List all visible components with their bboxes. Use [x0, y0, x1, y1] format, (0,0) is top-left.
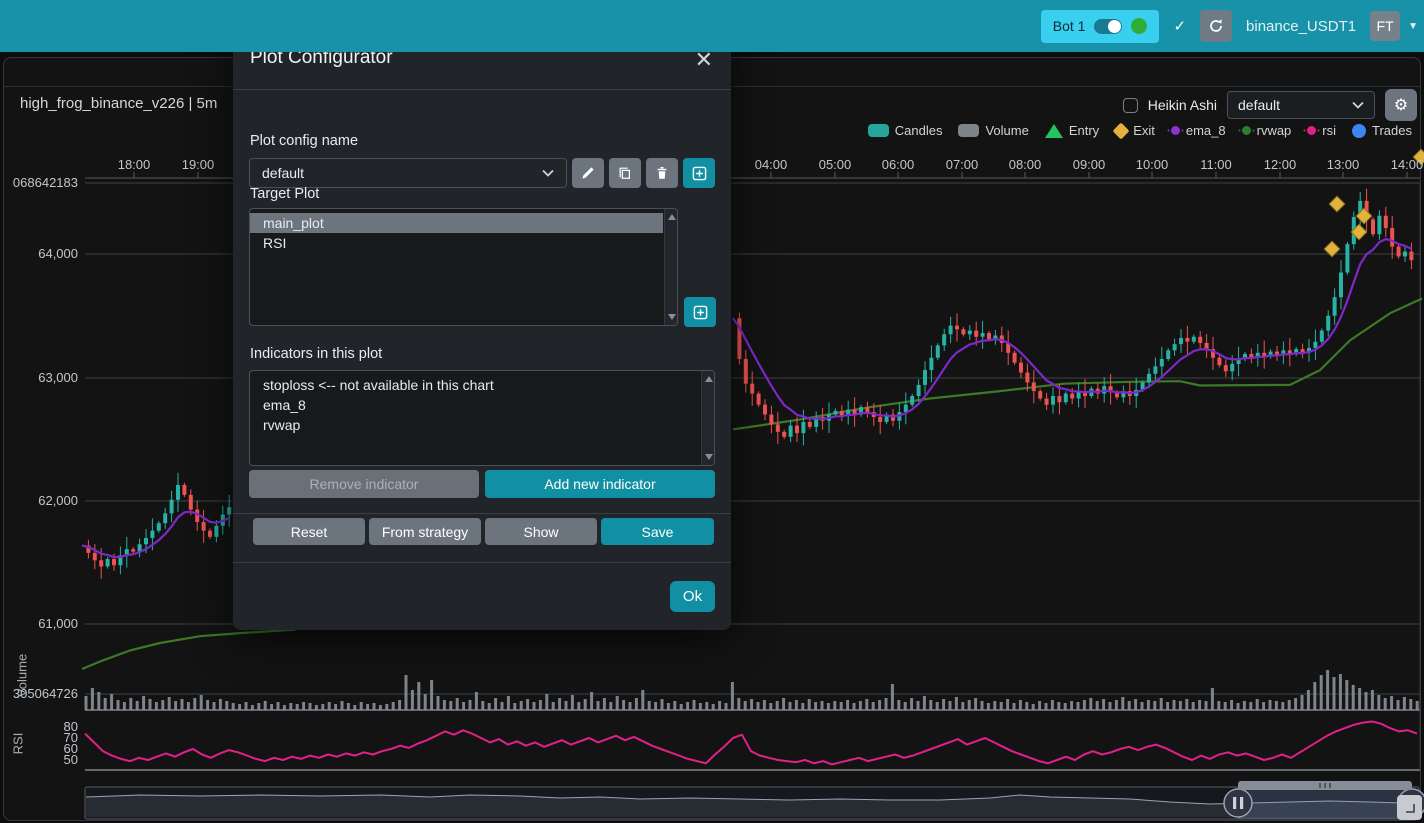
refresh-icon: [1208, 18, 1224, 34]
user-avatar[interactable]: FT: [1370, 11, 1400, 41]
scroll-up-icon[interactable]: [705, 376, 713, 382]
add-plot-button[interactable]: [684, 297, 716, 327]
legend-label: Trades: [1372, 123, 1412, 138]
refresh-button[interactable]: [1200, 10, 1232, 42]
list-item[interactable]: RSI: [250, 233, 663, 253]
add-new-indicator-button[interactable]: Add new indicator: [485, 470, 715, 498]
chart-legend: Candles Volume Entry Exit ema_8 rvwap rsi Trade…: [868, 123, 1412, 138]
legend-item-trades[interactable]: Trades: [1352, 123, 1412, 138]
legend-label: Candles: [895, 123, 943, 138]
plot-configurator-modal: Plot Configurator ✕ Plot config name def…: [233, 30, 731, 630]
chevron-down-icon: [542, 169, 554, 177]
show-button[interactable]: Show: [485, 518, 597, 545]
target-plot-label: Target Plot: [250, 186, 319, 202]
list-item[interactable]: rvwap: [250, 415, 700, 435]
legend-item-rsi[interactable]: rsi: [1307, 123, 1336, 138]
bot-selector[interactable]: Bot 1: [1041, 10, 1160, 43]
entry-swatch-icon: [1045, 124, 1063, 138]
scroll-up-icon[interactable]: [668, 214, 676, 220]
legend-label: rvwap: [1257, 123, 1292, 138]
legend-item-volume[interactable]: Volume: [958, 123, 1028, 138]
add-config-button[interactable]: [683, 158, 715, 188]
legend-label: rsi: [1322, 123, 1336, 138]
scroll-down-icon[interactable]: [668, 314, 676, 320]
target-plot-listbox[interactable]: main_plotRSI: [249, 208, 678, 326]
duplicate-config-button[interactable]: [609, 158, 641, 188]
plus-square-icon: [692, 166, 707, 181]
legend-label: Volume: [985, 123, 1028, 138]
heikin-ashi-label: Heikin Ashi: [1148, 97, 1217, 113]
exit-swatch-icon: [1113, 122, 1130, 139]
legend-label: Entry: [1069, 123, 1099, 138]
list-item[interactable]: stoploss <-- not available in this chart: [250, 375, 700, 395]
listbox-scrollbar[interactable]: [701, 371, 714, 465]
heikin-ashi-checkbox[interactable]: [1123, 98, 1138, 113]
legend-item-candles[interactable]: Candles: [868, 123, 943, 138]
volume-swatch-icon: [958, 124, 979, 137]
checkmark-icon: ✓: [1173, 17, 1186, 35]
scroll-down-icon[interactable]: [705, 454, 713, 460]
chart-toolbar: Heikin Ashi default ⚙: [1123, 89, 1417, 121]
reset-button[interactable]: Reset: [253, 518, 365, 545]
edit-config-button[interactable]: [572, 158, 604, 188]
chart-title: high_frog_binance_v226 | 5m: [20, 95, 217, 112]
indicators-label: Indicators in this plot: [250, 346, 382, 362]
legend-label: Exit: [1133, 123, 1155, 138]
candles-swatch-icon: [868, 124, 889, 137]
legend-item-ema_8[interactable]: ema_8: [1171, 123, 1226, 138]
bot-label: Bot 1: [1053, 18, 1086, 34]
config-name-value: default: [262, 165, 304, 181]
save-button[interactable]: Save: [601, 518, 714, 545]
listbox-scrollbar[interactable]: [664, 209, 677, 325]
ema_8-swatch-icon: [1171, 126, 1180, 135]
indicators-listbox[interactable]: stoploss <-- not available in this chart…: [249, 370, 715, 466]
plus-square-icon: [693, 305, 708, 320]
pencil-icon: [581, 166, 595, 180]
plot-config-select[interactable]: default: [1227, 91, 1375, 119]
list-item[interactable]: main_plot: [250, 213, 663, 233]
delete-config-button[interactable]: [646, 158, 678, 188]
chevron-down-icon[interactable]: ▼: [1408, 21, 1418, 32]
bot-online-indicator: [1131, 18, 1147, 34]
list-item[interactable]: ema_8: [250, 395, 700, 415]
copy-icon: [618, 166, 632, 180]
rsi-swatch-icon: [1307, 126, 1316, 135]
trades-swatch-icon: [1352, 124, 1366, 138]
plot-config-value: default: [1238, 97, 1280, 113]
legend-label: ema_8: [1186, 123, 1226, 138]
plot-config-name-label: Plot config name: [250, 133, 358, 149]
legend-item-exit[interactable]: Exit: [1115, 123, 1155, 138]
legend-item-rvwap[interactable]: rvwap: [1242, 123, 1292, 138]
ok-button[interactable]: Ok: [670, 581, 715, 612]
from-strategy-button[interactable]: From strategy: [369, 518, 481, 545]
trash-icon: [655, 166, 669, 180]
bot-toggle[interactable]: [1094, 19, 1122, 34]
exchange-account-label: binance_USDT1: [1246, 18, 1356, 35]
top-navbar: Bot 1 ✓ binance_USDT1 FT ▼: [0, 0, 1424, 52]
rvwap-swatch-icon: [1242, 126, 1251, 135]
plot-configurator-gear-button[interactable]: ⚙: [1385, 89, 1417, 121]
chevron-down-icon: [1352, 101, 1364, 109]
config-name-select[interactable]: default: [249, 158, 567, 188]
legend-item-entry[interactable]: Entry: [1045, 123, 1099, 138]
remove-indicator-button[interactable]: Remove indicator: [249, 470, 479, 498]
